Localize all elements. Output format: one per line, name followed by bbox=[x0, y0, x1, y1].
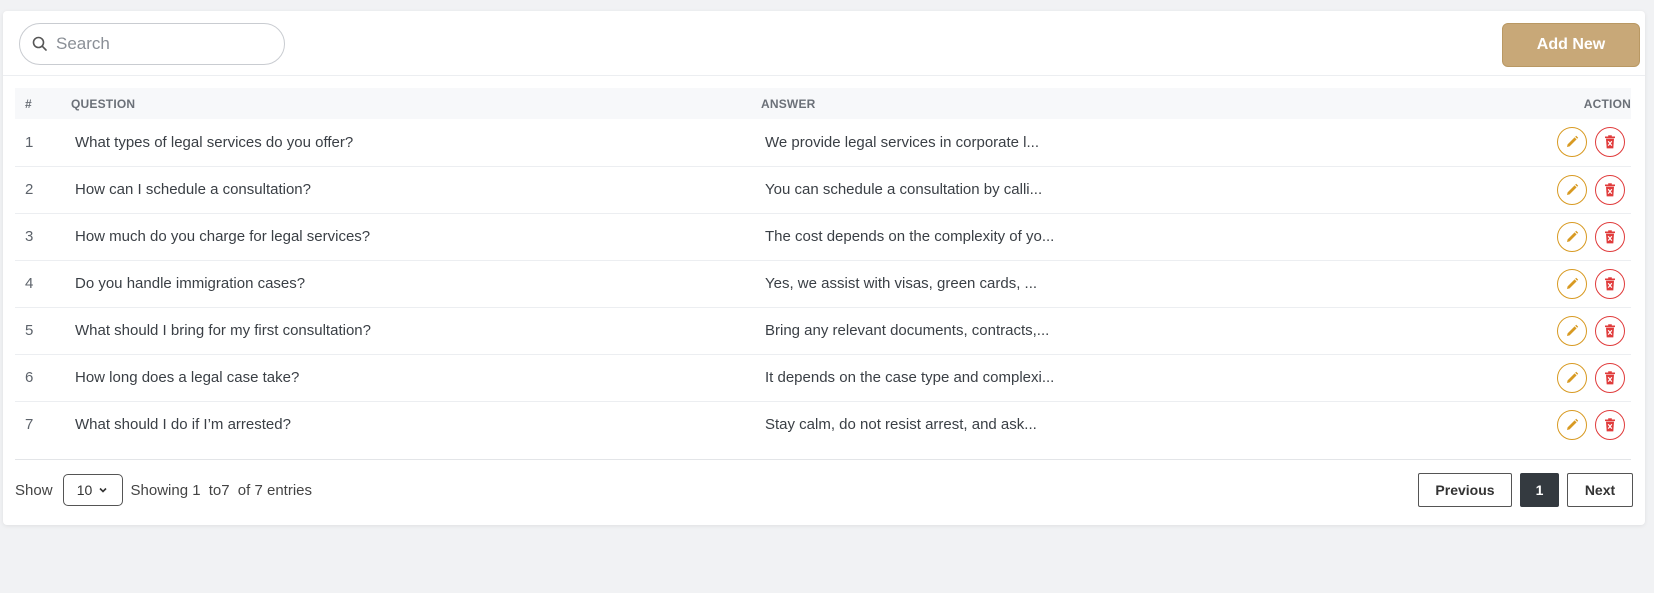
row-actions bbox=[1481, 119, 1631, 166]
edit-button[interactable] bbox=[1557, 221, 1587, 252]
row-number: 5 bbox=[25, 322, 34, 339]
row-number: 2 bbox=[25, 181, 34, 198]
row-question: What should I bring for my first consult… bbox=[75, 322, 371, 339]
row-question: Do you handle immigration cases? bbox=[75, 275, 306, 292]
showing-of: of 7 entries bbox=[237, 481, 313, 499]
header-action: ACTION bbox=[1583, 96, 1631, 111]
pencil-icon bbox=[1567, 183, 1579, 195]
row-answer: Bring any relevant documents, contracts,… bbox=[765, 322, 1050, 339]
faq-card: Add New # QUESTION ANSWER ACTION 1 What … bbox=[3, 11, 1645, 525]
table-row: 5 What should I bring for my first consu… bbox=[15, 307, 1631, 354]
trash-icon bbox=[1605, 276, 1615, 290]
next-button[interactable]: Next bbox=[1567, 473, 1633, 507]
row-answer: Stay calm, do not resist arrest, and ask… bbox=[765, 416, 1037, 434]
pagination: Previous 1 Next bbox=[1418, 473, 1633, 507]
delete-button[interactable] bbox=[1595, 221, 1625, 252]
pencil-icon bbox=[1567, 136, 1579, 148]
pencil-icon bbox=[1567, 324, 1579, 336]
previous-button[interactable]: Previous bbox=[1418, 473, 1512, 507]
trash-icon bbox=[1605, 135, 1615, 149]
delete-button[interactable] bbox=[1595, 315, 1625, 346]
row-answer: The cost depends on the complexity of yo… bbox=[765, 228, 1055, 245]
chevron-down-icon bbox=[98, 482, 108, 498]
table-row: 1 What types of legal services do you of… bbox=[15, 119, 1631, 166]
table-row: 7 What should I do if I’m arrested? Stay… bbox=[15, 401, 1631, 448]
search-input[interactable] bbox=[56, 34, 256, 54]
row-number: 6 bbox=[25, 369, 34, 386]
row-question: How can I schedule a consultation? bbox=[75, 181, 311, 198]
edit-button[interactable] bbox=[1557, 362, 1587, 393]
pencil-icon bbox=[1567, 277, 1579, 289]
trash-icon bbox=[1605, 370, 1615, 384]
row-answer: You can schedule a consultation by calli… bbox=[765, 181, 1043, 198]
table-header-row: # QUESTION ANSWER ACTION bbox=[15, 88, 1631, 119]
row-actions bbox=[1481, 401, 1631, 448]
row-question: How long does a legal case take? bbox=[75, 369, 300, 386]
delete-button[interactable] bbox=[1595, 362, 1625, 393]
pencil-icon bbox=[1567, 418, 1579, 430]
table-row: 6 How long does a legal case take? It de… bbox=[15, 354, 1631, 401]
pencil-icon bbox=[1567, 371, 1579, 383]
pencil-icon bbox=[1567, 230, 1579, 242]
row-question: What types of legal services do you offe… bbox=[75, 133, 354, 151]
trash-icon bbox=[1605, 229, 1615, 243]
showing-prefix: Showing 1 bbox=[130, 481, 201, 499]
edit-button[interactable] bbox=[1557, 268, 1587, 299]
trash-icon bbox=[1605, 182, 1615, 196]
delete-button[interactable] bbox=[1595, 268, 1625, 299]
edit-button[interactable] bbox=[1557, 409, 1587, 440]
show-label: Show bbox=[15, 481, 53, 499]
footer-divider bbox=[15, 459, 1631, 460]
delete-button[interactable] bbox=[1595, 409, 1625, 440]
row-question: How much do you charge for legal service… bbox=[75, 228, 371, 245]
header-number: # bbox=[25, 96, 32, 111]
row-number: 7 bbox=[25, 416, 34, 434]
edit-button[interactable] bbox=[1557, 127, 1587, 158]
search-box[interactable] bbox=[19, 23, 285, 65]
toolbar: Add New bbox=[3, 11, 1645, 76]
edit-button[interactable] bbox=[1557, 315, 1587, 346]
page-1-button[interactable]: 1 bbox=[1520, 473, 1559, 507]
row-actions bbox=[1481, 166, 1631, 213]
entries-info: Showing 1 to7 of 7 entries bbox=[131, 482, 316, 499]
row-actions bbox=[1481, 260, 1631, 307]
page-size-value: 10 bbox=[76, 482, 93, 498]
trash-icon bbox=[1605, 418, 1615, 432]
table-footer: Show 10 Showing 1 to7 of 7 entries Previ… bbox=[15, 473, 1633, 507]
row-number: 1 bbox=[25, 133, 34, 151]
row-number: 3 bbox=[25, 228, 34, 245]
showing-to: to7 bbox=[208, 481, 230, 499]
search-icon bbox=[32, 36, 48, 52]
row-answer: We provide legal services in corporate l… bbox=[765, 133, 1040, 151]
page-size-select[interactable]: 10 bbox=[62, 474, 123, 506]
delete-button[interactable] bbox=[1595, 127, 1625, 158]
row-actions bbox=[1481, 354, 1631, 401]
add-new-button[interactable]: Add New bbox=[1502, 23, 1640, 67]
table-row: 4 Do you handle immigration cases? Yes, … bbox=[15, 260, 1631, 307]
edit-button[interactable] bbox=[1557, 174, 1587, 205]
row-actions bbox=[1481, 213, 1631, 260]
table-row: 2 How can I schedule a consultation? You… bbox=[15, 166, 1631, 213]
row-number: 4 bbox=[25, 275, 34, 292]
table-row: 3 How much do you charge for legal servi… bbox=[15, 213, 1631, 260]
trash-icon bbox=[1605, 323, 1615, 337]
row-answer: It depends on the case type and complexi… bbox=[765, 369, 1055, 386]
header-question: QUESTION bbox=[71, 96, 136, 111]
row-question: What should I do if I’m arrested? bbox=[75, 416, 291, 434]
delete-button[interactable] bbox=[1595, 174, 1625, 205]
header-answer: ANSWER bbox=[761, 96, 816, 111]
faq-table: # QUESTION ANSWER ACTION 1 What types of… bbox=[15, 88, 1631, 448]
row-actions bbox=[1481, 307, 1631, 354]
row-answer: Yes, we assist with visas, green cards, … bbox=[765, 275, 1038, 292]
